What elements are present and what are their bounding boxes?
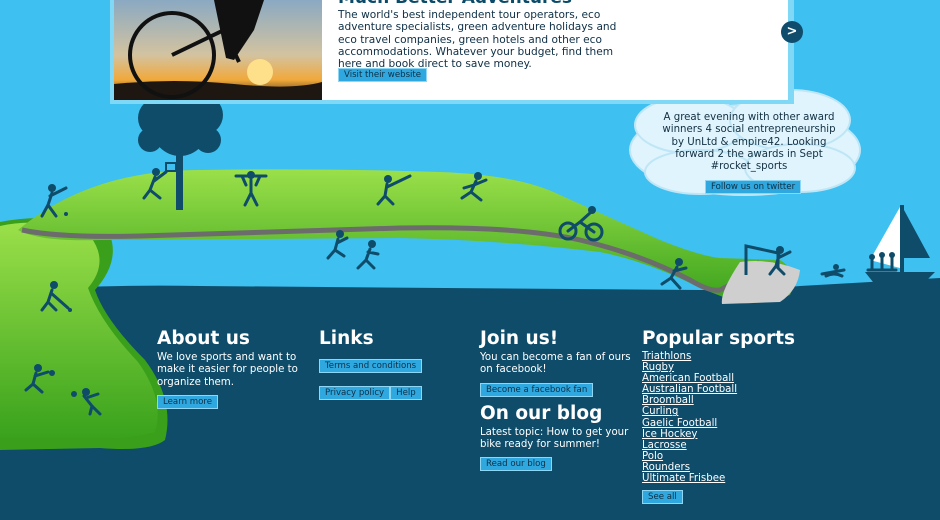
swimmer-icon (820, 264, 846, 278)
terms-button[interactable]: Terms and conditions (319, 359, 423, 373)
join-heading: Join us! (480, 328, 559, 349)
links-heading: Links (319, 328, 374, 349)
privacy-policy-button[interactable]: Privacy policy (319, 386, 391, 400)
promo-banner: Much Better Adventures The world's best … (110, 0, 794, 104)
sport-link[interactable]: Ice Hockey (642, 429, 822, 440)
next-arrow-button[interactable]: > (781, 21, 803, 43)
popular-sports-section: Popular sports Triathlons Rugby American… (642, 328, 822, 505)
about-text: We love sports and want to make it easie… (157, 352, 298, 388)
join-section: Join us! You can become a fan of ours on… (480, 328, 640, 472)
popular-heading: Popular sports (642, 328, 796, 349)
about-section: About us We love sports and want to make… (157, 328, 307, 409)
sport-link[interactable]: Rugby (642, 362, 822, 373)
footballer-2-icon (356, 240, 380, 270)
read-blog-button[interactable]: Read our blog (480, 457, 552, 472)
join-text: You can become a fan of ours on facebook… (480, 352, 631, 376)
sport-link[interactable]: Gaelic Football (642, 418, 822, 429)
help-button[interactable]: Help (390, 386, 422, 400)
sport-link[interactable]: Australian Football (642, 384, 822, 395)
cyclist-photo (114, 0, 322, 100)
sport-link[interactable]: Ultimate Frisbee (642, 473, 822, 484)
follow-twitter-button[interactable]: Follow us on twitter (705, 180, 802, 194)
sport-link[interactable]: Broomball (642, 395, 822, 406)
facebook-fan-button[interactable]: Become a facebook fan (480, 382, 594, 397)
about-heading: About us (157, 328, 250, 349)
basketball-hoop-icon (165, 162, 177, 172)
learn-more-button[interactable]: Learn more (157, 394, 219, 409)
sport-link[interactable]: Lacrosse (642, 440, 822, 451)
sail-letter-r: R (907, 244, 918, 260)
tweet-text: A great evening with other award winners… (662, 112, 836, 173)
promo-description: The world's best independent tour operat… (338, 9, 617, 71)
sport-link[interactable]: American Football (642, 373, 822, 384)
sports-links: Triathlons Rugby American Football Austr… (642, 351, 822, 484)
rowers-icon (866, 252, 898, 272)
blog-heading: On our blog (480, 402, 603, 424)
see-all-button[interactable]: See all (642, 490, 683, 505)
links-section: Links Terms and conditions Privacy polic… (319, 328, 469, 400)
sport-link[interactable]: Rounders (642, 462, 822, 473)
visit-website-button[interactable]: Visit their website (338, 68, 428, 82)
sport-link[interactable]: Triathlons (642, 351, 822, 362)
sport-link[interactable]: Curling (642, 406, 822, 417)
promo-card: Much Better Adventures The world's best … (114, 0, 788, 100)
promo-title: Much Better Adventures (338, 0, 572, 8)
sport-link[interactable]: Polo (642, 451, 822, 462)
blog-text: Latest topic: How to get your bike ready… (480, 426, 629, 450)
